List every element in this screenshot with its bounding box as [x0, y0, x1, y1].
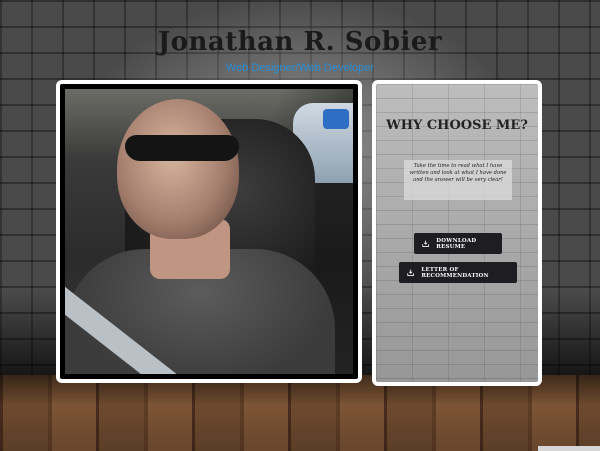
- letter-of-recommendation-label: LETTER OF RECOMMENDATION: [421, 266, 489, 279]
- download-resume-label: DOWNLOAD RESUME: [436, 237, 477, 250]
- why-choose-me-title: WHY CHOOSE ME?: [386, 118, 528, 133]
- download-resume-button[interactable]: DOWNLOAD RESUME: [414, 233, 502, 254]
- page-header: Jonathan R. Sobier Web Designer/Web Deve…: [0, 28, 600, 74]
- letter-of-recommendation-button[interactable]: LETTER OF RECOMMENDATION: [399, 262, 517, 283]
- head: [117, 99, 239, 239]
- download-icon: [407, 269, 415, 276]
- quote-text: Take the time to read what I have writte…: [409, 163, 507, 183]
- quote-box: Take the time to read what I have writte…: [404, 160, 512, 200]
- why-choose-me-panel: WHY CHOOSE ME? Take the time to read wha…: [372, 80, 542, 386]
- status-strip: [538, 446, 600, 451]
- profile-photo-frame: [56, 80, 362, 383]
- sunglasses: [125, 135, 239, 161]
- profile-photo: [65, 89, 353, 374]
- blue-car: [323, 109, 349, 129]
- download-icon: [422, 240, 429, 247]
- page-title: Jonathan R. Sobier: [157, 27, 443, 57]
- wood-floor-background: [0, 375, 600, 451]
- page-subtitle: Web Designer/Web Developer: [225, 62, 375, 74]
